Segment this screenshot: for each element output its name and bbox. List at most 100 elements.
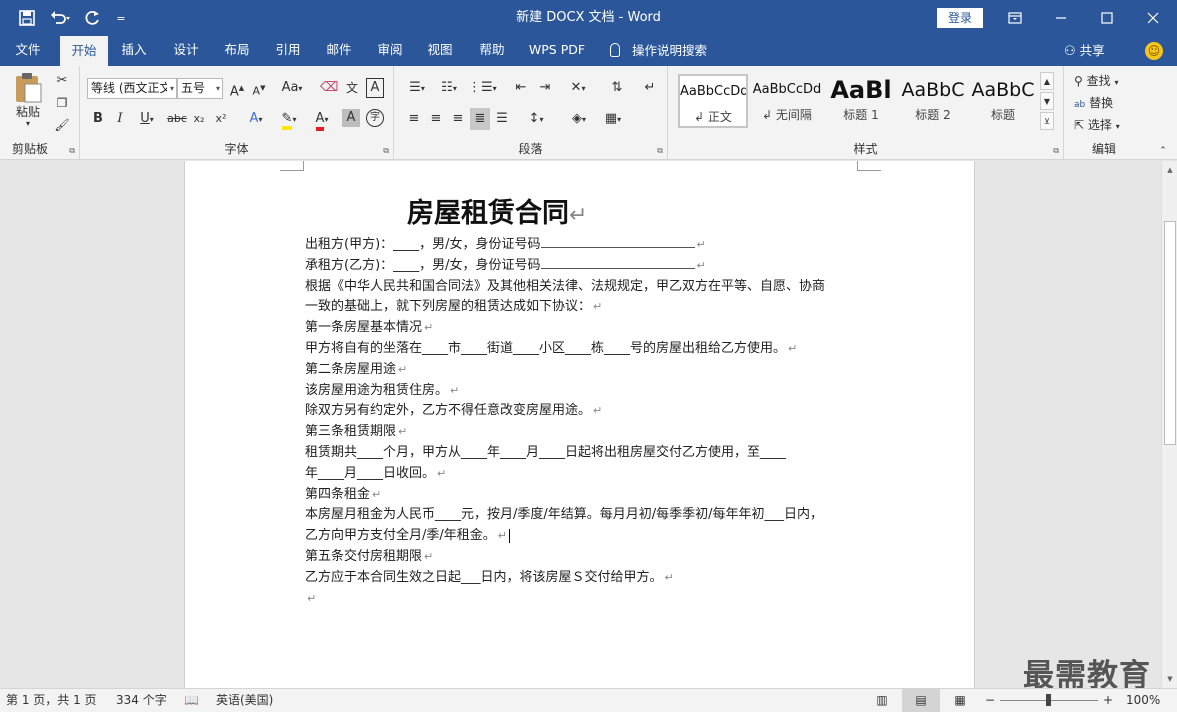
doc-line[interactable]: 乙方向甲方支付全月/季/年租金。 ↵ bbox=[305, 526, 865, 547]
show-marks-icon[interactable]: ↵ bbox=[640, 77, 660, 99]
clear-formatting-icon[interactable]: ⌫ bbox=[320, 77, 338, 99]
style-heading-1[interactable]: AaBl 标题 1 bbox=[826, 74, 896, 128]
tab-file[interactable]: 文件 bbox=[6, 36, 50, 66]
tab-mailings[interactable]: 邮件 bbox=[317, 36, 361, 66]
web-layout-icon[interactable]: ▦ bbox=[950, 689, 970, 712]
scroll-up-icon[interactable]: ▲ bbox=[1162, 163, 1177, 177]
save-icon[interactable] bbox=[12, 0, 42, 36]
character-border-button[interactable]: A bbox=[366, 78, 384, 98]
copy-icon[interactable]: ❐ bbox=[52, 92, 72, 114]
line-spacing-button[interactable]: ↕▾ bbox=[522, 108, 550, 130]
select-button[interactable]: ⇱ 选择 ▾ bbox=[1074, 114, 1140, 136]
multilevel-list-button[interactable]: ⋮☰▾ bbox=[468, 77, 497, 99]
scrollbar-thumb[interactable] bbox=[1164, 221, 1176, 445]
proofing-icon[interactable]: 📖 bbox=[184, 689, 199, 712]
doc-line[interactable]: 乙方应于本合同生效之日起___日内，将该房屋Ｓ交付给甲方。 ↵ bbox=[305, 568, 865, 589]
justify-icon[interactable]: ≣ bbox=[470, 108, 490, 130]
doc-line[interactable]: 根据《中华人民共和国合同法》及其他相关法律、法规规定，甲乙双方在平等、自愿、协商 bbox=[305, 277, 865, 298]
styles-launcher-icon[interactable]: ⧉ bbox=[1053, 146, 1059, 156]
align-right-icon[interactable]: ≡ bbox=[448, 108, 468, 130]
tab-layout[interactable]: 布局 bbox=[215, 36, 259, 66]
share-button[interactable]: ⚇ 共享 bbox=[1064, 36, 1105, 66]
doc-line[interactable]: 出租方(甲方)：____，男/女，身份证号码 ↵ bbox=[305, 235, 865, 256]
character-shading-button[interactable]: A bbox=[342, 109, 360, 127]
zoom-in-icon[interactable]: + bbox=[1103, 689, 1115, 712]
doc-line[interactable]: 甲方将自有的坐落在____市____街道____小区____栋____号的房屋出… bbox=[305, 339, 865, 360]
decrease-indent-icon[interactable]: ⇤ bbox=[510, 77, 532, 99]
cut-icon[interactable]: ✂ bbox=[52, 70, 72, 92]
doc-line[interactable]: 除双方另有约定外，乙方不得任意改变房屋用途。 ↵ bbox=[305, 401, 865, 422]
font-color-button[interactable]: A▾ bbox=[308, 108, 336, 131]
font-name-combo[interactable]: 等线 (西文正文)▾ bbox=[87, 78, 177, 99]
collapse-ribbon-icon[interactable]: ⌃ bbox=[1156, 144, 1170, 158]
subscript-button[interactable]: x₂ bbox=[190, 108, 208, 130]
doc-line[interactable]: 该房屋用途为租赁住房。 ↵ bbox=[305, 381, 865, 402]
doc-line[interactable]: 第四条租金 ↵ bbox=[305, 485, 865, 506]
tab-home[interactable]: 开始 bbox=[60, 36, 108, 66]
tab-review[interactable]: 审阅 bbox=[368, 36, 412, 66]
page-count[interactable]: 第 1 页，共 1 页 bbox=[6, 689, 97, 712]
zoom-level[interactable]: 100% bbox=[1126, 689, 1160, 712]
doc-line[interactable]: 第二条房屋用途 ↵ bbox=[305, 360, 865, 381]
minimize-icon[interactable] bbox=[1038, 0, 1084, 36]
distributed-icon[interactable]: ☰ bbox=[492, 108, 512, 130]
align-left-icon[interactable]: ≡ bbox=[404, 108, 424, 130]
doc-line[interactable]: 承租方(乙方)：____，男/女，身份证号码 ↵ bbox=[305, 256, 865, 277]
document-body[interactable]: 出租方(甲方)：____，男/女，身份证号码 ↵ 承租方(乙方)：____，男/女… bbox=[305, 235, 865, 609]
tab-wps-pdf[interactable]: WPS PDF bbox=[524, 36, 590, 66]
doc-line[interactable]: 租赁期共____个月，甲方从____年____月____日起将出租房屋交付乙方使… bbox=[305, 443, 865, 464]
document-title[interactable]: 房屋租赁合同↵ bbox=[407, 191, 587, 230]
word-count[interactable]: 334 个字 bbox=[116, 689, 167, 712]
vertical-scrollbar[interactable]: ▲ ▼ bbox=[1161, 161, 1177, 688]
chinese-layout-button[interactable]: ✕▾ bbox=[564, 77, 592, 99]
find-button[interactable]: ⚲ 查找 ▾ bbox=[1074, 70, 1140, 92]
borders-button[interactable]: ▦▾ bbox=[598, 108, 628, 130]
replace-button[interactable]: ab 替换 bbox=[1074, 92, 1140, 114]
text-effects-button[interactable]: A▾ bbox=[242, 108, 270, 130]
scroll-down-icon[interactable]: ▼ bbox=[1162, 672, 1177, 686]
bold-button[interactable]: B bbox=[90, 108, 106, 130]
sort-icon[interactable]: ⇅ bbox=[606, 77, 628, 99]
styles-scroll-down-icon[interactable]: ▼ bbox=[1040, 92, 1054, 110]
format-painter-icon[interactable]: 🖌 bbox=[52, 114, 72, 136]
styles-scroll-up-icon[interactable]: ▲ bbox=[1040, 72, 1054, 90]
zoom-slider[interactable] bbox=[1000, 689, 1098, 712]
ribbon-display-options-icon[interactable] bbox=[992, 0, 1038, 36]
language-indicator[interactable]: 英语(美国) bbox=[216, 689, 273, 712]
font-launcher-icon[interactable]: ⧉ bbox=[383, 146, 389, 156]
style-heading-2[interactable]: AaBbC 标题 2 bbox=[898, 74, 968, 128]
strikethrough-button[interactable]: abc bbox=[166, 108, 188, 130]
increase-indent-icon[interactable]: ⇥ bbox=[534, 77, 556, 99]
tab-help[interactable]: 帮助 bbox=[470, 36, 514, 66]
phonetic-guide-button[interactable]: 文 bbox=[342, 77, 362, 99]
maximize-icon[interactable] bbox=[1084, 0, 1130, 36]
tab-view[interactable]: 视图 bbox=[418, 36, 462, 66]
doc-line[interactable]: 第三条租赁期限 ↵ bbox=[305, 422, 865, 443]
bullets-button[interactable]: ☰▾ bbox=[404, 77, 430, 99]
shrink-font-button[interactable]: A▼ bbox=[250, 77, 268, 99]
align-center-icon[interactable]: ≡ bbox=[426, 108, 446, 130]
numbering-button[interactable]: ☷▾ bbox=[436, 77, 462, 99]
tab-design[interactable]: 设计 bbox=[164, 36, 208, 66]
font-size-combo[interactable]: 五号 ▾ bbox=[177, 78, 223, 99]
style-normal[interactable]: AaBbCcDd ↲ 正文 bbox=[678, 74, 748, 128]
document-page[interactable]: 房屋租赁合同↵ 出租方(甲方)：____，男/女，身份证号码 ↵ 承租方(乙方)：… bbox=[184, 161, 975, 688]
zoom-out-icon[interactable]: − bbox=[985, 689, 997, 712]
doc-line[interactable]: ↵ bbox=[305, 589, 865, 610]
highlight-button[interactable]: ✎▾ bbox=[274, 108, 304, 130]
doc-line[interactable]: 年____月____日收回。 ↵ bbox=[305, 464, 865, 485]
style-no-spacing[interactable]: AaBbCcDd ↲ 无间隔 bbox=[752, 74, 822, 128]
print-layout-icon[interactable]: ▤ bbox=[902, 689, 940, 712]
tell-me-search[interactable]: 操作说明搜索 bbox=[610, 36, 707, 66]
read-mode-icon[interactable]: ▥ bbox=[872, 689, 892, 712]
styles-more-icon[interactable]: ⊻ bbox=[1040, 112, 1054, 130]
shading-button[interactable]: ◈▾ bbox=[564, 108, 594, 130]
style-title[interactable]: AaBbC 标题 bbox=[968, 74, 1038, 128]
zoom-slider-handle[interactable] bbox=[1046, 694, 1051, 706]
underline-button[interactable]: U▾ bbox=[134, 108, 160, 130]
login-button[interactable]: 登录 bbox=[937, 8, 983, 28]
tab-references[interactable]: 引用 bbox=[266, 36, 310, 66]
superscript-button[interactable]: x² bbox=[212, 108, 230, 130]
paragraph-launcher-icon[interactable]: ⧉ bbox=[657, 146, 663, 156]
grow-font-button[interactable]: A▲ bbox=[228, 77, 246, 99]
